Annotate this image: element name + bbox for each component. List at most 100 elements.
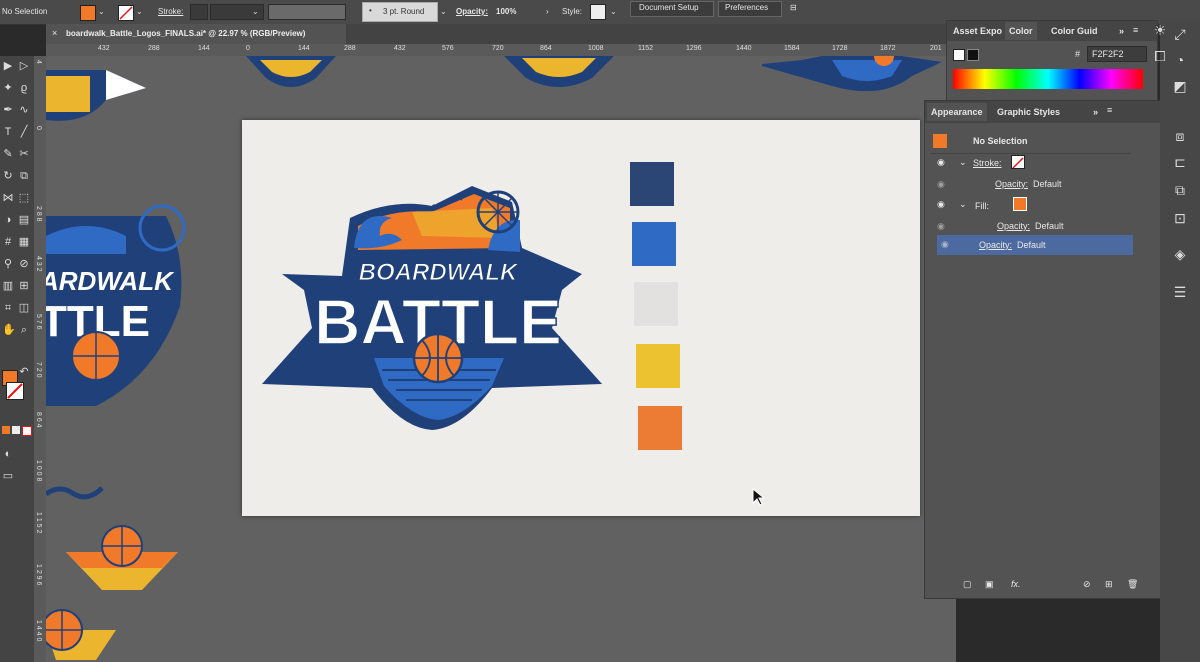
free-transform-icon[interactable]: ⬚: [18, 192, 30, 204]
blend-icon[interactable]: ⊘: [18, 258, 30, 270]
color-spectrum[interactable]: [953, 69, 1143, 89]
chevron-down-icon[interactable]: ⌄: [959, 157, 967, 168]
panel-menu-icon[interactable]: ≡: [1107, 105, 1112, 115]
swap-colors-icon[interactable]: ↶: [18, 366, 30, 378]
stroke-row-label[interactable]: Stroke:: [973, 158, 1002, 168]
width-icon[interactable]: ⋈: [2, 192, 14, 204]
hand-icon[interactable]: ✋: [2, 324, 16, 336]
scale-icon[interactable]: ⧉: [18, 170, 30, 182]
pathfinder-icon[interactable]: ⧉: [1170, 180, 1190, 200]
tab-graphic-styles[interactable]: Graphic Styles: [997, 107, 1060, 117]
chevron-down-icon[interactable]: ⌄: [98, 7, 105, 16]
opacity-label[interactable]: Opacity:: [456, 7, 488, 16]
add-fill-icon[interactable]: ▣: [985, 579, 994, 590]
paintbrush-icon[interactable]: ✎: [2, 148, 14, 160]
chevron-down-icon[interactable]: ⌄: [136, 7, 143, 16]
style-swatch[interactable]: [590, 4, 606, 20]
pen-icon[interactable]: ✒: [2, 104, 14, 116]
canvas[interactable]: ARDWALK TTLE BOARDWALK BATTLE: [46, 56, 956, 662]
fx-icon[interactable]: fx.: [1011, 579, 1021, 589]
tab-color[interactable]: Color: [1005, 22, 1037, 40]
brush-definition[interactable]: • 3 pt. Round: [362, 2, 438, 22]
stroke-weight-stepper[interactable]: [190, 4, 208, 20]
color-swatch-light-gray[interactable]: [634, 282, 678, 326]
tab-color-guide[interactable]: Color Guid: [1051, 26, 1098, 36]
artboard[interactable]: BOARDWALK BATTLE: [242, 120, 920, 516]
variable-width-profile[interactable]: [268, 4, 346, 20]
color-icon[interactable]: ◔: [1170, 50, 1190, 70]
artboards-icon[interactable]: ⊡: [1170, 208, 1190, 228]
curvature-icon[interactable]: ∿: [18, 104, 30, 116]
opacity-value[interactable]: 100%: [496, 7, 516, 16]
rotate-icon[interactable]: ↻: [2, 170, 14, 182]
color-swatch-orange[interactable]: [638, 406, 682, 450]
eyedropper-icon[interactable]: ⚲: [2, 258, 14, 270]
chevron-down-icon[interactable]: ⌄: [959, 199, 967, 210]
hex-input[interactable]: F2F2F2: [1087, 46, 1147, 62]
close-tab-icon[interactable]: ×: [52, 28, 57, 38]
document-setup-button[interactable]: Document Setup: [630, 1, 714, 17]
chevron-down-icon[interactable]: ⌄: [252, 7, 259, 16]
layers-icon[interactable]: ◈: [1170, 244, 1190, 264]
selection-tool-icon[interactable]: ▶: [2, 60, 14, 72]
chart-icon[interactable]: ▥: [2, 280, 14, 292]
stroke-opacity-label[interactable]: Opacity:: [995, 179, 1028, 189]
wave-fragment[interactable]: [46, 482, 106, 502]
color-swatch-blue[interactable]: [632, 222, 676, 266]
artboard-icon[interactable]: ⊞: [18, 280, 30, 292]
perspective-icon[interactable]: ▤: [18, 214, 30, 226]
preferences-button[interactable]: Preferences: [718, 1, 782, 17]
lasso-icon[interactable]: ϱ: [18, 82, 30, 94]
trash-icon[interactable]: 🗑: [1127, 579, 1138, 590]
eye-icon[interactable]: ◉: [937, 199, 945, 210]
panel-collapse-icon[interactable]: »: [1119, 26, 1124, 36]
opacity-row-selected[interactable]: ◉ Opacity: Default: [937, 235, 1133, 255]
logo-fragment[interactable]: [494, 56, 624, 92]
eye-icon[interactable]: ◉: [937, 179, 945, 190]
add-stroke-icon[interactable]: ▢: [963, 579, 972, 590]
logo-fragment[interactable]: [762, 56, 942, 100]
logo-fragment[interactable]: [46, 70, 156, 130]
graphic-styles-dock-icon[interactable]: ⧠: [1150, 46, 1170, 66]
export-icon[interactable]: ⤢: [1170, 24, 1190, 44]
type-icon[interactable]: T: [2, 126, 14, 138]
duplicate-item-icon[interactable]: ⊞: [1105, 579, 1113, 590]
stroke-color-box[interactable]: [6, 382, 24, 400]
panel-collapse-icon[interactable]: »: [1093, 107, 1098, 117]
align-icon[interactable]: ⊏: [1170, 152, 1190, 172]
color-swatch-yellow[interactable]: [636, 344, 680, 388]
draw-mode-icon[interactable]: ◐: [2, 448, 14, 460]
gradient-mode-icon[interactable]: [12, 426, 20, 434]
screen-mode-icon[interactable]: ▭: [2, 470, 14, 482]
logo-left[interactable]: ARDWALK TTLE: [46, 196, 196, 406]
opacity-label[interactable]: Opacity:: [979, 240, 1012, 250]
basketball-badge[interactable]: [62, 524, 182, 604]
eye-icon[interactable]: ◉: [937, 157, 945, 168]
fill-row-label[interactable]: Fill:: [975, 201, 989, 211]
appearance-dock-icon[interactable]: ☀: [1150, 20, 1170, 40]
tab-appearance[interactable]: Appearance: [927, 103, 987, 121]
zoom-icon[interactable]: ⌕: [18, 324, 30, 336]
none-mode-icon[interactable]: [22, 426, 32, 436]
boardwalk-battle-logo[interactable]: BOARDWALK BATTLE: [262, 178, 602, 438]
chevron-right-icon[interactable]: ›: [546, 7, 549, 16]
line-icon[interactable]: ╱: [18, 126, 30, 138]
magic-wand-icon[interactable]: ✦: [2, 82, 14, 94]
fill-opacity-label[interactable]: Opacity:: [997, 221, 1030, 231]
stroke-swatch[interactable]: [1011, 155, 1025, 169]
fill-swatch[interactable]: [1013, 197, 1027, 211]
chevron-down-icon[interactable]: ⌄: [440, 7, 447, 16]
eye-icon[interactable]: ◉: [941, 239, 949, 250]
clear-appearance-icon[interactable]: ⊘: [1083, 579, 1091, 590]
color-guide-icon[interactable]: ◩: [1170, 76, 1190, 96]
basketball-badge[interactable]: [46, 604, 126, 662]
eraser-icon[interactable]: ◫: [18, 302, 30, 314]
mesh-icon[interactable]: #: [2, 236, 14, 248]
tab-asset-export[interactable]: Asset Expo: [953, 26, 1002, 36]
fill-indicator[interactable]: [953, 49, 965, 61]
logo-fragment[interactable]: [236, 56, 346, 92]
shape-builder-icon[interactable]: ◑: [2, 214, 14, 226]
stroke-indicator[interactable]: [967, 49, 979, 61]
color-mode-icon[interactable]: [2, 426, 10, 434]
transform-icon[interactable]: ⧈: [1170, 126, 1190, 146]
